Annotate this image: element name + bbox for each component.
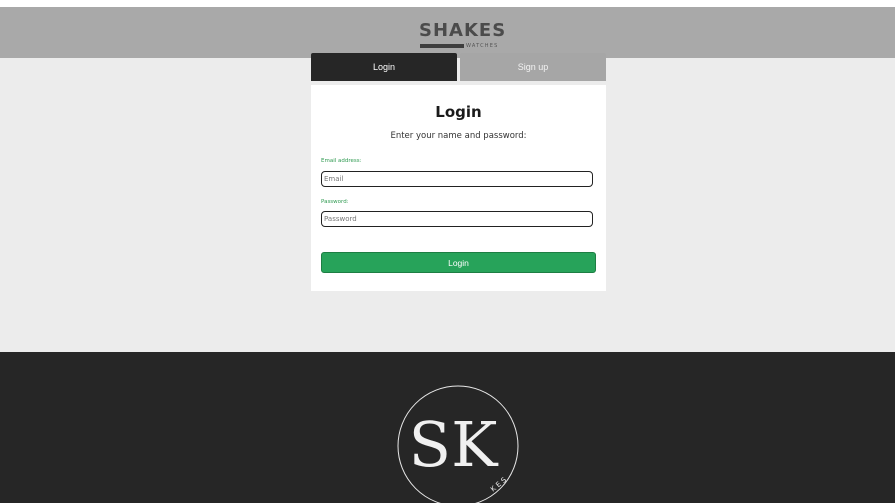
login-instructions: Enter your name and password: xyxy=(390,131,527,141)
brand-underline xyxy=(420,44,464,48)
login-submit-button[interactable]: Login xyxy=(321,252,596,273)
login-title: Login xyxy=(435,103,482,121)
email-field[interactable] xyxy=(321,171,593,187)
footer-logo-emblem: SK K E S xyxy=(397,385,519,503)
top-border xyxy=(0,0,895,7)
password-field[interactable] xyxy=(321,211,593,227)
auth-tabs: Login Sign up xyxy=(311,53,606,81)
tab-login[interactable]: Login xyxy=(311,53,457,81)
brand-subtitle: WATCHES xyxy=(466,43,499,49)
password-label: Password: xyxy=(321,199,349,205)
brand-logo[interactable]: SHAKES WATCHES xyxy=(419,21,511,55)
emblem-monogram: SK xyxy=(409,408,499,481)
site-header: SHAKES WATCHES xyxy=(0,7,895,58)
site-footer: SK K E S xyxy=(0,352,895,503)
brand-name: SHAKES xyxy=(419,20,507,41)
login-card: Login Enter your name and password: Emai… xyxy=(311,85,606,291)
tab-sign-up[interactable]: Sign up xyxy=(460,53,606,81)
email-label: Email address: xyxy=(321,158,362,164)
